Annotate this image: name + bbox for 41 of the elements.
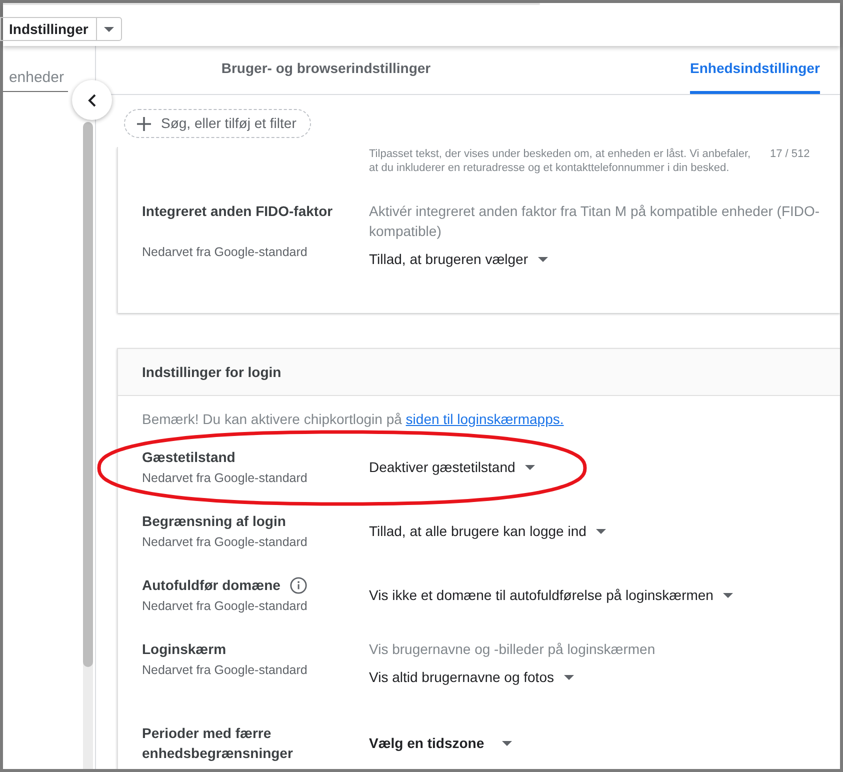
setting-label: Begrænsning af login — [142, 512, 286, 531]
setting-label: Autofuldfør domæne — [142, 576, 280, 595]
caret-icon — [564, 674, 574, 680]
tab[interactable]: Bruger- og browserindstillinger — [96, 46, 556, 94]
link[interactable]: siden til loginskærmapps. — [406, 411, 564, 427]
inherited-note: Nedarvet fra Google-standard — [142, 662, 308, 679]
caret-icon — [525, 464, 536, 470]
select-dropdown[interactable]: Vis altid brugernavne og fotos — [369, 667, 574, 687]
dropdown-button[interactable] — [96, 17, 122, 41]
select-dropdown[interactable]: Deaktiver gæstetilstand — [369, 457, 536, 477]
setting-label: Gæstetilstand — [142, 448, 236, 467]
inherited-note: Nedarvet fra Google-standard — [142, 244, 308, 261]
plus-icon — [137, 116, 151, 130]
setting-description: Vis brugernavne og -billeder på loginskærmen — [369, 640, 656, 659]
inherited-note: Nedarvet fra Google-standard — [142, 534, 308, 551]
setting-label: Loginskærm — [142, 640, 226, 659]
caret-icon — [596, 528, 606, 534]
scrollbar-thumb[interactable] — [83, 122, 93, 667]
notice-text: Bemærk! Du kan aktivere chipkortlogin på siden til loginskærmapps. — [141, 410, 565, 429]
chevron-left-icon — [88, 94, 96, 106]
section-header: Indstillinger for login — [118, 349, 840, 396]
caret-icon — [723, 592, 734, 598]
setting-label: Integreret anden FIDO-faktor — [142, 202, 333, 221]
inherited-note: Nedarvet fra Google-standard — [142, 470, 308, 487]
select-dropdown[interactable]: Vælg en tidszone — [369, 733, 512, 753]
collapse-button[interactable] — [72, 80, 112, 120]
help-text: Tilpasset tekst, der vises under beskeden om, at enheden er låst. Vi anbefaler, at du inkluderer en returadresse og et kontakttelefonnummer i din besked. — [369, 147, 752, 175]
tab[interactable]: Enhedsindstillinger — [690, 46, 820, 94]
select-dropdown[interactable]: Tillad, at brugeren vælger — [369, 249, 548, 269]
search-field[interactable]: enheder — [3, 66, 68, 92]
add-filter-chip[interactable]: Søg, eller tilføj et filter — [124, 109, 312, 138]
caret-icon — [502, 740, 512, 746]
caret-icon — [104, 26, 114, 32]
setting-description: Aktivér integreret anden faktor fra Titan M på kompatible enheder (FIDO-kompatible) — [369, 202, 821, 241]
caret-icon — [538, 256, 548, 262]
character-counter: 17 / 512 — [770, 147, 810, 161]
menu-button[interactable]: Indstillinger — [0, 17, 96, 41]
inherited-note: Nedarvet fra Google-standard — [142, 598, 308, 615]
select-dropdown[interactable]: Vis ikke et domæne til autofuldførelse på loginskærmen — [369, 585, 734, 605]
select-dropdown[interactable]: Tillad, at alle brugere kan logge ind — [369, 521, 606, 541]
setting-label: Perioder med færre enhedsbegrænsninger — [142, 724, 294, 763]
